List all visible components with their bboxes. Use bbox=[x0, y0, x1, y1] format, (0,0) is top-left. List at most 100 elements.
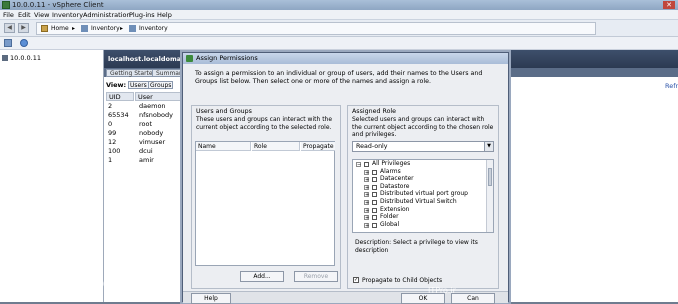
privilege-item[interactable]: Distributed Virtual Switch bbox=[380, 198, 457, 206]
host-icon bbox=[2, 55, 8, 61]
column-user[interactable]: User bbox=[135, 92, 184, 101]
expand-icon[interactable]: + bbox=[364, 215, 369, 221]
column-propagate[interactable]: Propagate bbox=[301, 142, 335, 151]
expand-icon[interactable]: + bbox=[364, 192, 369, 198]
privilege-checkbox[interactable] bbox=[372, 215, 377, 221]
privilege-item[interactable]: All Privileges bbox=[372, 160, 410, 168]
expand-icon[interactable]: + bbox=[364, 184, 369, 190]
menu-bar: File Edit View Inventory Administration … bbox=[0, 10, 678, 20]
menu-help[interactable]: Help bbox=[157, 10, 172, 20]
role-selected-value: Read-only bbox=[356, 143, 388, 150]
menu-edit[interactable]: Edit bbox=[18, 10, 31, 20]
watermark-left: TOSINSO.COM bbox=[2, 277, 120, 293]
privilege-item[interactable]: Datastore bbox=[380, 183, 410, 191]
privilege-checkbox[interactable] bbox=[372, 222, 377, 228]
view-users-button[interactable]: Users bbox=[128, 81, 149, 89]
add-host-icon[interactable] bbox=[4, 39, 12, 47]
collapse-icon[interactable]: − bbox=[356, 162, 361, 168]
privilege-item[interactable]: Folder bbox=[380, 213, 399, 221]
users-table: UID User 2 daemon 65534 nfsnobody 0 root… bbox=[104, 92, 184, 302]
vsphere-icon bbox=[2, 1, 10, 9]
forward-icon[interactable]: ▶ bbox=[18, 23, 29, 33]
view-label: View: bbox=[106, 81, 127, 89]
expand-icon[interactable]: + bbox=[364, 200, 369, 206]
table-cell-user[interactable]: root bbox=[139, 120, 152, 129]
refresh-link[interactable]: Refre bbox=[665, 82, 678, 90]
table-cell-uid: 100 bbox=[108, 147, 121, 155]
users-groups-title: Users and Groups bbox=[196, 108, 252, 115]
propagate-checkbox[interactable]: ✓ bbox=[353, 277, 359, 283]
crumb-home[interactable]: Home bbox=[51, 23, 69, 34]
expand-icon[interactable]: + bbox=[364, 169, 369, 175]
privilege-item[interactable]: Alarms bbox=[380, 168, 401, 176]
menu-view[interactable]: View bbox=[34, 10, 49, 20]
expand-icon[interactable]: + bbox=[364, 207, 369, 213]
table-cell-user[interactable]: nobody bbox=[139, 129, 163, 138]
table-cell-user[interactable]: vimuser bbox=[139, 138, 165, 147]
role-dropdown[interactable]: Read-only ▼ bbox=[352, 141, 494, 152]
menu-inventory[interactable]: Inventory bbox=[52, 10, 83, 20]
privilege-checkbox[interactable] bbox=[372, 184, 377, 190]
table-cell-uid: 65534 bbox=[108, 111, 129, 119]
privilege-item[interactable]: Global bbox=[380, 221, 399, 229]
inventory-icon bbox=[129, 25, 136, 32]
view-groups-button[interactable]: Groups bbox=[148, 81, 174, 89]
privilege-checkbox[interactable] bbox=[372, 192, 377, 198]
menu-plugins[interactable]: Plug-ins bbox=[129, 10, 155, 20]
table-cell-uid: 1 bbox=[108, 156, 113, 164]
privilege-item[interactable]: Datacenter bbox=[380, 175, 414, 183]
table-cell-user[interactable]: dcui bbox=[139, 147, 153, 156]
menu-file[interactable]: File bbox=[3, 10, 14, 20]
scrollbar-thumb[interactable] bbox=[488, 168, 492, 186]
privilege-description: Description: Select a privilege to view … bbox=[355, 239, 493, 254]
back-icon[interactable]: ◀ bbox=[4, 23, 15, 33]
column-name[interactable]: Name bbox=[196, 142, 251, 151]
table-cell-user[interactable]: amir bbox=[139, 156, 154, 165]
privilege-checkbox[interactable] bbox=[364, 162, 369, 167]
privilege-checkbox[interactable] bbox=[372, 207, 377, 213]
inventory-icon bbox=[81, 25, 88, 32]
table-cell-uid: 2 bbox=[108, 102, 113, 110]
privilege-checkbox[interactable] bbox=[372, 200, 377, 205]
cancel-button[interactable]: Can bbox=[451, 293, 495, 304]
privilege-item[interactable]: Distributed virtual port group bbox=[380, 190, 468, 198]
dialog-titlebar: Assign Permissions bbox=[183, 53, 508, 64]
tree-item-host[interactable]: 10.0.0.11 bbox=[10, 54, 41, 62]
assign-permissions-dialog: Assign Permissions To assign a permissio… bbox=[182, 52, 509, 304]
dialog-instructions: To assign a permission to an individual … bbox=[195, 70, 483, 85]
table-cell-uid: 12 bbox=[108, 138, 117, 146]
privilege-checkbox[interactable] bbox=[372, 177, 377, 183]
help-button[interactable]: Help bbox=[191, 293, 231, 304]
users-groups-description: These users and groups can interact with… bbox=[196, 116, 333, 131]
close-icon[interactable]: ✕ bbox=[663, 1, 675, 9]
crumb-inventory-current[interactable]: Inventory bbox=[139, 23, 168, 34]
chevron-down-icon[interactable]: ▼ bbox=[484, 142, 493, 151]
dialog-title: Assign Permissions bbox=[196, 54, 258, 62]
privileges-scrollbar[interactable] bbox=[486, 160, 493, 232]
table-cell-uid: 0 bbox=[108, 120, 113, 128]
expand-icon[interactable]: + bbox=[364, 177, 369, 183]
column-role[interactable]: Role bbox=[252, 142, 300, 151]
add-button[interactable]: Add... bbox=[240, 271, 284, 282]
assigned-role-title: Assigned Role bbox=[352, 108, 397, 115]
dialog-button-bar: Help OK Can bbox=[183, 291, 508, 304]
window-title: 10.0.0.11 - vSphere Client bbox=[12, 1, 104, 9]
column-uid[interactable]: UID bbox=[106, 92, 134, 101]
crumb-separator: ▸ bbox=[72, 25, 76, 32]
crumb-separator: ▸ bbox=[120, 25, 124, 32]
privilege-item[interactable]: Extension bbox=[380, 206, 409, 214]
expand-icon[interactable]: + bbox=[364, 222, 369, 228]
table-cell-uid: 99 bbox=[108, 129, 117, 137]
users-groups-table[interactable]: Name Role Propagate bbox=[195, 141, 335, 266]
table-cell-user[interactable]: nfsnobody bbox=[139, 111, 173, 120]
privilege-checkbox[interactable] bbox=[372, 169, 377, 175]
description-label: Description: bbox=[355, 239, 392, 246]
refresh-icon[interactable] bbox=[20, 39, 28, 47]
menu-administration[interactable]: Administration bbox=[83, 10, 131, 20]
table-cell-user[interactable]: daemon bbox=[139, 102, 166, 111]
propagate-label: Propagate to Child Objects bbox=[362, 277, 443, 284]
navigation-bar: ◀ ▶ Home ▸ Inventory ▸ Inventory bbox=[0, 20, 678, 37]
crumb-inventory[interactable]: Inventory bbox=[91, 23, 120, 34]
privileges-tree[interactable]: − All Privileges + Alarms + Datacenter +… bbox=[352, 159, 494, 233]
remove-button[interactable]: Remove bbox=[294, 271, 338, 282]
